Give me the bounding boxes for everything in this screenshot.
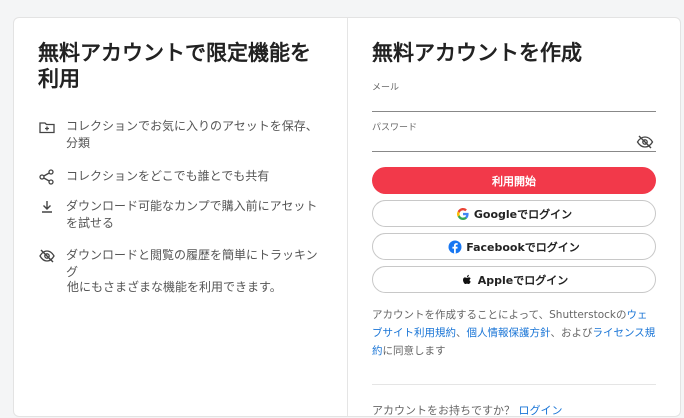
form-title: 無料アカウントを作成 xyxy=(372,41,582,65)
feature-text: ダウンロードと閲覧の履歴を簡単にトラッキング xyxy=(66,248,318,279)
google-icon xyxy=(456,207,470,221)
apple-icon xyxy=(460,273,474,287)
facebook-login-button[interactable]: Facebookでログイン xyxy=(372,233,656,260)
feature-item: ダウンロードと閲覧の履歴を簡単にトラッキング xyxy=(38,247,328,281)
terms-text: アカウントを作成することによって、Shutterstockのウェブサイト利用規約… xyxy=(372,306,656,360)
terms-separator: 、および xyxy=(550,327,593,339)
apple-login-button[interactable]: Appleでログイン xyxy=(372,266,656,293)
feature-item: コレクションをどこでも誰とでも共有 xyxy=(38,168,328,186)
signin-prompt-text: アカウントをお持ちですか？ xyxy=(372,404,515,417)
eye-off-icon[interactable] xyxy=(636,134,654,149)
eye-off-icon xyxy=(38,247,56,265)
signup-submit-button[interactable]: 利用開始 xyxy=(372,167,656,194)
feature-text: ダウンロード可能なカンプで購入前にアセットを試せる xyxy=(66,199,318,230)
google-login-label: Googleでログイン xyxy=(473,207,573,221)
more-features-text: 他にもさまざまな機能を利用できます。 xyxy=(67,280,282,294)
share-icon xyxy=(38,168,56,186)
folder-plus-icon xyxy=(38,118,56,136)
feature-text: コレクションでお気に入りのアセットを保存、分類 xyxy=(66,119,318,150)
horizontal-divider xyxy=(372,384,656,385)
signup-card: 無料アカウントで限定機能を利用 コレクションでお気に入りのアセットを保存、分類 … xyxy=(13,17,681,417)
vertical-divider xyxy=(347,18,348,416)
download-icon xyxy=(38,198,56,216)
feature-text: コレクションをどこでも誰とでも共有 xyxy=(66,169,270,183)
signin-link[interactable]: ログイン xyxy=(519,404,563,417)
facebook-login-label: Facebookでログイン xyxy=(466,240,580,254)
terms-text-part: アカウントを作成することによって、Shutterstockの xyxy=(372,309,627,321)
benefits-panel: 無料アカウントで限定機能を利用 コレクションでお気に入りのアセットを保存、分類 … xyxy=(38,40,328,294)
terms-text-part: に同意します xyxy=(382,345,446,357)
benefits-title: 無料アカウントで限定機能を利用 xyxy=(38,41,311,91)
google-login-button[interactable]: Googleでログイン xyxy=(372,200,656,227)
signin-prompt: アカウントをお持ちですか？ ログイン xyxy=(372,402,563,418)
signup-form: 無料アカウントを作成 メール パスワード 利用開始 Googleでログイン Fa… xyxy=(372,40,656,417)
apple-login-label: Appleでログイン xyxy=(477,273,569,287)
privacy-policy-link[interactable]: 個人情報保護方針 xyxy=(467,327,551,339)
email-field[interactable] xyxy=(372,89,656,112)
password-field[interactable] xyxy=(372,129,656,152)
feature-item: コレクションでお気に入りのアセットを保存、分類 xyxy=(38,118,328,152)
feature-item: ダウンロード可能なカンプで購入前にアセットを試せる xyxy=(38,198,328,232)
facebook-icon xyxy=(448,240,462,254)
terms-separator: 、 xyxy=(456,327,467,339)
